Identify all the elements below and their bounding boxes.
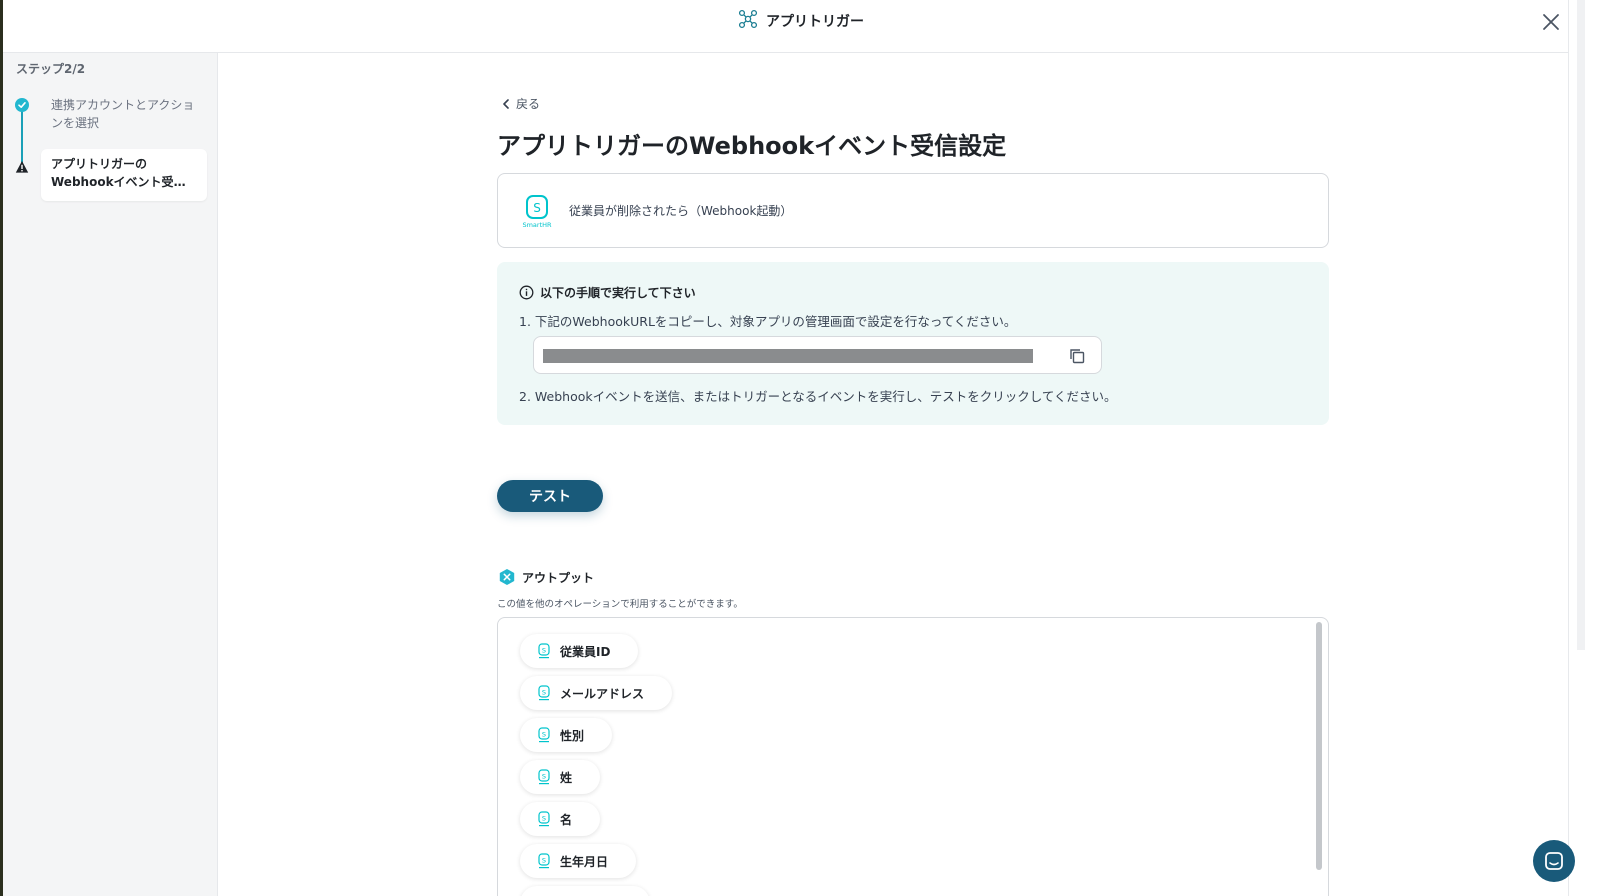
smarthr-icon: S [538, 642, 550, 658]
output-item-label: 従業員ID [560, 644, 611, 659]
sidebar-step-select-account[interactable]: 連携アカウントとアクションを選択 [51, 96, 201, 132]
modal-title: アプリトリガー [766, 14, 864, 30]
svg-text:S: S [533, 201, 541, 215]
instruction-step-2: 2. Webhookイベントを送信、またはトリガーとなるイベントを実行し、テスト… [519, 389, 1117, 404]
output-item-birthdate[interactable]: S 生年月日 [520, 844, 637, 878]
close-button[interactable] [1538, 9, 1564, 35]
instruction-step-1: 1. 下記のWebhookURLをコピーし、対象アプリの管理画面で設定を行なって… [519, 314, 1017, 329]
output-item-label: メールアドレス [560, 686, 645, 701]
chevron-left-icon [503, 98, 509, 109]
trigger-description: 従業員が削除されたら（Webhook起動） [569, 204, 793, 218]
output-item-email[interactable]: S メールアドレス [520, 676, 673, 710]
check-circle-icon [15, 98, 29, 112]
step-counter: ステップ2/2 [16, 62, 86, 76]
output-item-gender[interactable]: S 性別 [520, 718, 613, 752]
svg-text:S: S [542, 688, 546, 696]
step-connector [21, 108, 23, 166]
trigger-card: S SmartHR 従業員が削除されたら（Webhook起動） [497, 173, 1329, 248]
output-icon [499, 569, 515, 585]
svg-text:S: S [542, 772, 546, 780]
svg-text:S: S [542, 814, 546, 822]
output-scrollbar[interactable] [1316, 622, 1322, 870]
instructions-heading-text: 以下の手順で実行して下さい [540, 286, 696, 300]
smarthr-icon: S [538, 768, 550, 784]
info-icon [519, 285, 534, 300]
output-heading: アウトプット [498, 568, 594, 586]
output-item-first-name[interactable]: S 名 [520, 802, 601, 836]
output-item-label: 性別 [560, 728, 585, 743]
header-title-group: アプリトリガー [738, 9, 864, 33]
svg-text:S: S [542, 730, 546, 738]
output-description: この値を他のオペレーションで利用することができます。 [497, 599, 743, 610]
chat-support-button[interactable] [1533, 840, 1575, 882]
webhook-url-field[interactable] [533, 336, 1102, 374]
page-scrollbar[interactable] [1568, 0, 1600, 896]
back-label: 戻る [516, 97, 541, 111]
output-list: S 従業員ID S メールアドレス S 性別 S 姓 S 名 S 生年月日 [497, 617, 1329, 896]
close-icon [1543, 14, 1559, 30]
copy-icon [1070, 349, 1085, 364]
back-link[interactable]: 戻る [502, 95, 540, 112]
app-trigger-icon [738, 9, 758, 33]
output-item-employee-id[interactable]: S 従業員ID [520, 634, 639, 668]
svg-text:S: S [542, 646, 546, 654]
sidebar-step-label: アプリトリガーのWebhookイベント受信設定 [51, 157, 186, 189]
smarthr-icon: S [538, 684, 550, 700]
steps-sidebar: ステップ2/2 連携アカウントとアクションを選択 アプリトリガーのWebhook… [3, 53, 218, 896]
smarthr-icon: S [538, 852, 550, 868]
output-item-next[interactable] [520, 886, 650, 896]
modal-header: アプリトリガー [3, 0, 1568, 53]
svg-text:S: S [542, 856, 546, 864]
output-item-label: 名 [560, 812, 573, 827]
output-heading-text: アウトプット [522, 570, 595, 585]
instructions-heading: 以下の手順で実行して下さい [519, 284, 696, 301]
copy-button[interactable] [1068, 347, 1086, 365]
test-button[interactable]: テスト [497, 480, 603, 512]
instructions-panel: 以下の手順で実行して下さい 1. 下記のWebhookURLをコピーし、対象アプ… [497, 262, 1329, 425]
smarthr-logo: S SmartHR [520, 194, 554, 230]
page-title: アプリトリガーのWebhookイベント受信設定 [497, 132, 1007, 160]
sidebar-step-webhook-settings[interactable]: アプリトリガーのWebhookイベント受信設定 [41, 149, 207, 201]
webhook-url-redacted [543, 349, 1033, 363]
output-item-label: 姓 [560, 770, 573, 785]
chat-icon [1545, 852, 1563, 870]
smarthr-wordmark: SmartHR [522, 221, 552, 229]
smarthr-icon: S [538, 810, 550, 826]
output-item-label: 生年月日 [560, 854, 609, 869]
smarthr-icon: S [538, 726, 550, 742]
output-item-last-name[interactable]: S 姓 [520, 760, 601, 794]
warning-icon [15, 159, 29, 173]
